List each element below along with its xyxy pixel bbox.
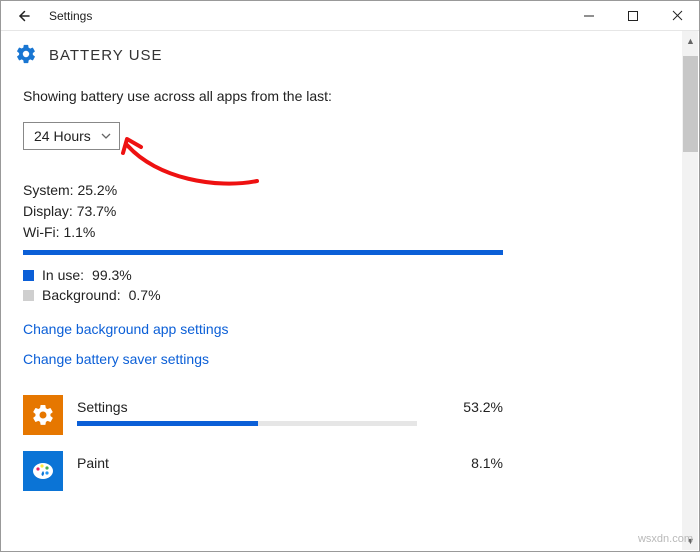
watermark: wsxdn.com: [638, 533, 693, 545]
legend-in-use: In use: 99.3%: [23, 267, 677, 283]
window-title: Settings: [49, 9, 92, 23]
app-usage-bar: [77, 421, 417, 426]
app-percent: 8.1%: [471, 455, 503, 471]
scrollbar-up-arrow[interactable]: ▲: [683, 33, 698, 49]
page-header: BATTERY USE: [1, 31, 699, 82]
settings-app-icon: [23, 395, 63, 435]
window-controls: [567, 2, 699, 30]
app-percent: 53.2%: [463, 399, 503, 415]
app-usage-fill: [77, 421, 258, 426]
stat-wifi: Wi-Fi: 1.1%: [23, 224, 677, 240]
maximize-button[interactable]: [611, 2, 655, 30]
paint-app-icon: [23, 451, 63, 491]
app-row-settings[interactable]: Settings 53.2%: [23, 389, 503, 445]
scrollbar-thumb[interactable]: [683, 56, 698, 152]
app-name: Paint: [77, 455, 109, 471]
back-arrow-icon: [14, 7, 32, 25]
overall-usage-bar: [23, 250, 503, 255]
window-titlebar: Settings: [1, 1, 699, 31]
description-text: Showing battery use across all apps from…: [23, 88, 677, 104]
maximize-icon: [628, 11, 638, 21]
dropdown-value: 24 Hours: [34, 128, 91, 144]
app-list: Settings 53.2%: [23, 389, 503, 501]
gear-icon: [15, 43, 37, 68]
minimize-icon: [584, 11, 594, 21]
link-change-battery-saver[interactable]: Change battery saver settings: [23, 351, 677, 367]
square-icon-blue: [23, 270, 34, 281]
time-range-dropdown[interactable]: 24 Hours: [23, 122, 120, 150]
close-button[interactable]: [655, 2, 699, 30]
app-row-paint[interactable]: Paint 8.1%: [23, 445, 503, 501]
stat-system: System: 25.2%: [23, 182, 677, 198]
close-icon: [672, 10, 683, 21]
app-name: Settings: [77, 399, 128, 415]
content-area: Showing battery use across all apps from…: [1, 82, 699, 550]
square-icon-grey: [23, 290, 34, 301]
legend-background: Background: 0.7%: [23, 287, 677, 303]
minimize-button[interactable]: [567, 2, 611, 30]
back-button[interactable]: [13, 6, 33, 26]
link-change-background-apps[interactable]: Change background app settings: [23, 321, 677, 337]
stat-display: Display: 73.7%: [23, 203, 677, 219]
page-title: BATTERY USE: [49, 47, 163, 64]
chevron-down-icon: [101, 131, 111, 142]
